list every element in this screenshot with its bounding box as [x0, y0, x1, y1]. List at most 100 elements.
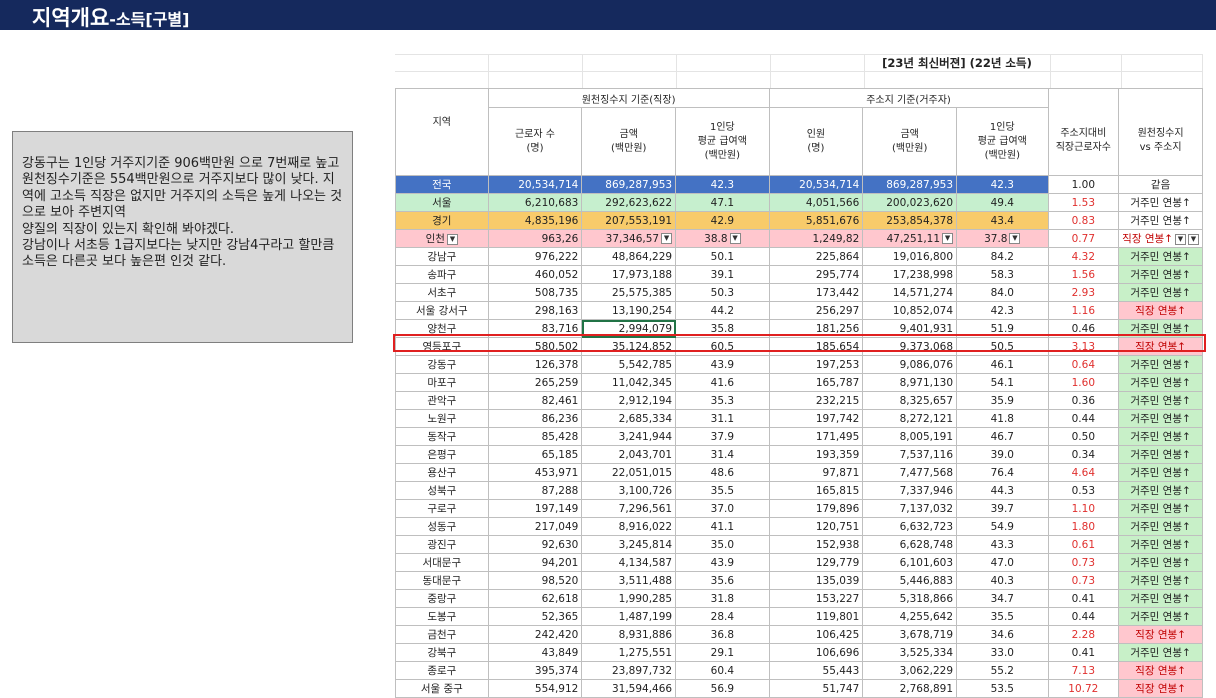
cell-region[interactable]: 서울 중구	[395, 679, 489, 698]
cell-per-capita[interactable]: 37.0	[675, 499, 770, 518]
cell-region[interactable]: 강북구	[395, 643, 489, 662]
cell-persons[interactable]: 197,253	[768, 355, 864, 374]
cell-amount2[interactable]: 253,854,378	[862, 211, 958, 230]
filter-dropdown-icon[interactable]: ▼	[942, 233, 954, 244]
cell-ratio[interactable]: 1.53	[1047, 193, 1120, 212]
header-persons[interactable]: 인원 (명)	[768, 107, 864, 176]
cell-per-capita2[interactable]: 46.7	[956, 427, 1049, 446]
cell-per-capita2[interactable]: 41.8	[956, 409, 1049, 428]
cell-ratio[interactable]: 4.64	[1047, 463, 1120, 482]
cell-per-capita[interactable]: 36.8	[675, 625, 770, 644]
cell-region[interactable]: 은평구	[395, 445, 489, 464]
table-row[interactable]: 은평구 65,185 2,043,701 31.4 193,359 7,537,116 39…	[395, 445, 1203, 464]
cell-amount2[interactable]: 14,571,274	[862, 283, 958, 302]
cell-compare[interactable]: 거주민 연봉↑	[1118, 265, 1203, 284]
table-row[interactable]: 경기 4,835,196 207,553,191 42.9 5,851,676 253,8…	[395, 211, 1203, 230]
cell-amount2[interactable]: 19,016,800	[862, 247, 958, 266]
filter-dropdown-icon[interactable]: ▼	[1174, 233, 1186, 245]
table-row[interactable]: 서울 6,210,683 292,623,622 47.1 4,051,566 200,0…	[395, 193, 1203, 212]
cell-workers[interactable]: 460,052	[487, 265, 583, 284]
cell-region[interactable]: 관악구	[395, 391, 489, 410]
cell-per-capita[interactable]: 50.1	[675, 247, 770, 266]
cell-ratio[interactable]: 0.64	[1047, 355, 1120, 374]
table-row[interactable]: 용산구 453,971 22,051,015 48.6 97,871 7,477,568 7…	[395, 463, 1203, 482]
cell-per-capita[interactable]: 29.1	[675, 643, 770, 662]
cell-workers[interactable]: 453,971	[487, 463, 583, 482]
cell-amount2[interactable]: 2,768,891	[862, 679, 958, 698]
cell-per-capita[interactable]: 31.1	[675, 409, 770, 428]
table-row[interactable]: 성동구 217,049 8,916,022 41.1 120,751 6,632,723 5…	[395, 517, 1203, 536]
cell-amount2[interactable]: 3,525,334	[862, 643, 958, 662]
cell-persons[interactable]: 232,215	[768, 391, 864, 410]
cell-per-capita2[interactable]: 35.9	[956, 391, 1049, 410]
table-row[interactable]: 노원구 86,236 2,685,334 31.1 197,742 8,272,121 41…	[395, 409, 1203, 428]
cell-amount[interactable]: 23,897,732	[581, 661, 677, 680]
table-row[interactable]: 도봉구 52,365 1,487,199 28.4 119,801 4,255,642 35…	[395, 607, 1203, 626]
cell-ratio[interactable]: 0.73	[1047, 571, 1120, 590]
cell-amount2[interactable]: 7,137,032	[862, 499, 958, 518]
cell-amount[interactable]: 207,553,191	[581, 211, 677, 230]
spreadsheet[interactable]: [23년 최신버젼] (22년 소득) 지역 원천징수지 기준(직장) 주소지 …	[395, 54, 1203, 698]
cell-workers[interactable]: 963,26	[487, 229, 583, 248]
cell-region[interactable]: 동대문구	[395, 571, 489, 590]
cell-per-capita2[interactable]: 53.5	[956, 679, 1049, 698]
cell-persons[interactable]: 119,801	[768, 607, 864, 626]
cell-compare[interactable]: 직장 연봉↑	[1118, 301, 1203, 320]
cell-compare[interactable]: 거주민 연봉↑	[1118, 445, 1203, 464]
cell-region[interactable]: 강남구	[395, 247, 489, 266]
cell-per-capita2[interactable]: 37.8 ▼	[956, 229, 1049, 248]
cell-region[interactable]: 광진구	[395, 535, 489, 554]
filter-dropdown-icon[interactable]: ▼	[1009, 233, 1021, 244]
cell-compare[interactable]: 거주민 연봉↑	[1118, 391, 1203, 410]
header-amount[interactable]: 금액 (백만원)	[581, 107, 677, 176]
cell-ratio[interactable]: 0.61	[1047, 535, 1120, 554]
cell-amount[interactable]: 292,623,622	[581, 193, 677, 212]
cell-region[interactable]: 인천 ▼	[395, 229, 489, 248]
cell-per-capita2[interactable]: 42.3	[956, 175, 1049, 194]
cell-persons[interactable]: 106,696	[768, 643, 864, 662]
cell-compare[interactable]: 직장 연봉↑	[1118, 661, 1203, 680]
cell-persons[interactable]: 153,227	[768, 589, 864, 608]
cell-amount[interactable]: 2,685,334	[581, 409, 677, 428]
cell-per-capita[interactable]: 44.2	[675, 301, 770, 320]
cell-persons[interactable]: 225,864	[768, 247, 864, 266]
cell-region[interactable]: 서울 강서구	[395, 301, 489, 320]
cell-workers[interactable]: 217,049	[487, 517, 583, 536]
cell-amount2[interactable]: 4,255,642	[862, 607, 958, 626]
cell-workers[interactable]: 87,288	[487, 481, 583, 500]
table-row[interactable]: 마포구 265,259 11,042,345 41.6 165,787 8,971,130…	[395, 373, 1203, 392]
cell-region[interactable]: 송파구	[395, 265, 489, 284]
cell-amount[interactable]: 1,487,199	[581, 607, 677, 626]
cell-workers[interactable]: 4,835,196	[487, 211, 583, 230]
cell-amount[interactable]: 3,511,488	[581, 571, 677, 590]
cell-compare[interactable]: 거주민 연봉↑	[1118, 643, 1203, 662]
cell-persons[interactable]: 173,442	[768, 283, 864, 302]
cell-amount[interactable]: 13,190,254	[581, 301, 677, 320]
cell-amount[interactable]: 22,051,015	[581, 463, 677, 482]
cell-per-capita2[interactable]: 58.3	[956, 265, 1049, 284]
cell-amount2[interactable]: 17,238,998	[862, 265, 958, 284]
cell-compare[interactable]: 거주민 연봉↑	[1118, 607, 1203, 626]
cell-workers[interactable]: 395,374	[487, 661, 583, 680]
cell-per-capita[interactable]: 60.4	[675, 661, 770, 680]
cell-region[interactable]: 서대문구	[395, 553, 489, 572]
cell-compare[interactable]: 거주민 연봉↑	[1118, 589, 1203, 608]
table-row[interactable]: 구로구 197,149 7,296,561 37.0 179,896 7,137,032 3…	[395, 499, 1203, 518]
cell-workers[interactable]: 94,201	[487, 553, 583, 572]
income-table[interactable]: 지역 원천징수지 기준(직장) 주소지 기준(거주자) 근로자 수 (명) 금액…	[395, 88, 1203, 698]
cell-workers[interactable]: 126,378	[487, 355, 583, 374]
cell-region[interactable]: 노원구	[395, 409, 489, 428]
cell-amount[interactable]: 2,912,194	[581, 391, 677, 410]
cell-persons[interactable]: 55,443	[768, 661, 864, 680]
cell-workers[interactable]: 197,149	[487, 499, 583, 518]
cell-compare[interactable]: 거주민 연봉↑	[1118, 481, 1203, 500]
header-region[interactable]: 지역	[395, 88, 489, 176]
table-row[interactable]: 서울 강서구 298,163 13,190,254 44.2 256,297 10,852…	[395, 301, 1203, 320]
cell-workers[interactable]: 82,461	[487, 391, 583, 410]
cell-compare[interactable]: 거주민 연봉↑	[1118, 463, 1203, 482]
cell-persons[interactable]: 165,815	[768, 481, 864, 500]
cell-compare[interactable]: 거주민 연봉↑	[1118, 571, 1203, 590]
cell-compare[interactable]: 거주민 연봉↑	[1118, 355, 1203, 374]
table-row[interactable]: 강남구 976,222 48,864,229 50.1 225,864 19,016,80…	[395, 247, 1203, 266]
cell-amount[interactable]: 37,346,57 ▼	[581, 229, 677, 248]
